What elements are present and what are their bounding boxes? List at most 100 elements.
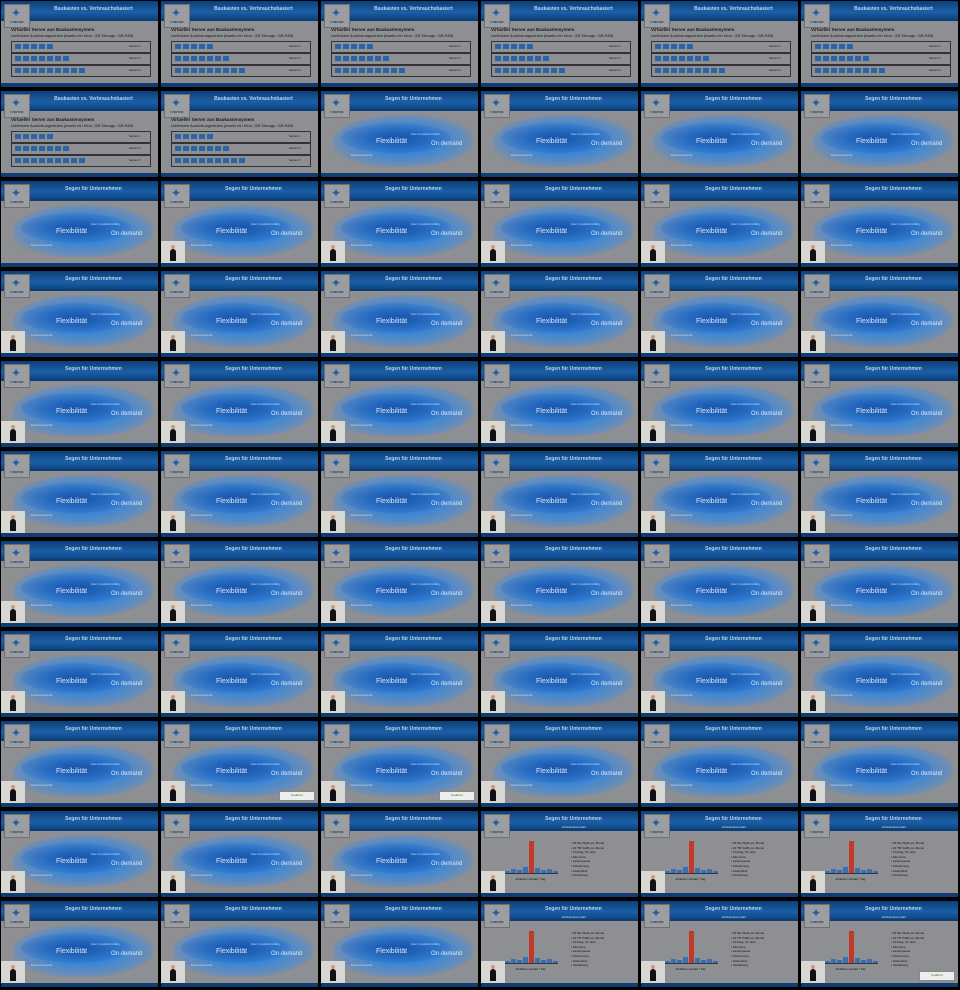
slide-thumbnail[interactable]: Segen für Unternehmen ✦ FUNKTION Flexibilit…	[1, 361, 158, 447]
slide-title: Segen für Unternehmen	[865, 636, 922, 642]
slide-thumbnail[interactable]: Segen für Unternehmen ✦ FUNKTION Flexibilit…	[481, 91, 638, 177]
slide-thumbnail[interactable]: Baukasten vs. Verbrauchsbasiert ✦ FUNKTION…	[481, 1, 638, 87]
slide-thumbnail[interactable]: Segen für Unternehmen ✦ FUNKTION Flexibilit…	[321, 541, 478, 627]
server-heading: Virtueller Server aus Baukastensystem	[171, 27, 255, 32]
company-logo: ✦ FUNKTION	[484, 814, 510, 838]
presenter-body	[330, 609, 336, 621]
slide-thumbnail[interactable]: Segen für Unternehmen ✦ FUNKTION Flexibilit…	[801, 631, 958, 717]
word-no-risk: Kein Investitionsrisiko	[251, 402, 280, 406]
word-no-risk: Kein Investitionsrisiko	[571, 672, 600, 676]
slide-thumbnail[interactable]: Segen für Unternehmen ✦ FUNKTION Flexibilit…	[641, 541, 798, 627]
logo-mark-icon: ✦	[171, 276, 182, 290]
slide-thumbnail[interactable]: Segen für Unternehmen ✦ FUNKTION Flexibilit…	[161, 181, 318, 267]
slide-thumbnail[interactable]: Segen für Unternehmen ✦ FUNKTION Flexibilit…	[321, 721, 478, 807]
slide-thumbnail[interactable]: Segen für Unternehmen ✦ FUNKTION Flexibilit…	[801, 451, 958, 537]
slide-thumbnail[interactable]: Baukasten vs. Verbrauchsbasiert ✦ FUNKTION…	[1, 1, 158, 87]
slide-thumbnail[interactable]: Segen für Unternehmen ✦ FUNKTION Flexibilit…	[161, 901, 318, 987]
slide-thumbnail[interactable]: Segen für Unternehmen ✦ FUNKTION Flexibilit…	[801, 541, 958, 627]
company-logo: ✦ FUNKTION	[804, 724, 830, 748]
slide-title: Segen für Unternehmen	[865, 546, 922, 552]
slide-thumbnail[interactable]: Segen für Unternehmen ✦ FUNKTION Flexibilit…	[161, 271, 318, 357]
slide-thumbnail[interactable]: Segen für Unternehmen ✦ FUNKTION Flexibilit…	[161, 541, 318, 627]
word-flexibility: Flexibilität	[536, 228, 568, 235]
logo-text: FUNKTION	[10, 741, 24, 744]
slide-thumbnail[interactable]: Segen für Unternehmen Verbrauchsmodell ✦ FU…	[801, 901, 958, 987]
slide-thumbnail[interactable]: Segen für Unternehmen ✦ FUNKTION Flexibilit…	[641, 631, 798, 717]
presenter-body	[490, 519, 496, 531]
slide-thumbnail[interactable]: Baukasten vs. Verbrauchsbasiert ✦ FUNKTION…	[161, 1, 318, 87]
slide-thumbnail[interactable]: Segen für Unternehmen ✦ FUNKTION Flexibilit…	[321, 91, 478, 177]
slide-thumbnail[interactable]: Segen für Unternehmen ✦ FUNKTION Flexibilit…	[321, 451, 478, 537]
slide-thumbnail[interactable]: Segen für Unternehmen Verbrauchsmodell ✦ FU…	[641, 901, 798, 987]
presenter-video	[481, 331, 505, 353]
slide-thumbnail[interactable]: Segen für Unternehmen Verbrauchsmodell ✦ FU…	[481, 901, 638, 987]
slide-thumbnail[interactable]: Segen für Unternehmen ✦ FUNKTION Flexibilit…	[1, 811, 158, 897]
logo-text: FUNKTION	[490, 291, 504, 294]
slide-thumbnail[interactable]: Baukasten vs. Verbrauchsbasiert ✦ FUNKTION…	[321, 1, 478, 87]
slide-thumbnail[interactable]: Segen für Unternehmen ✦ FUNKTION Flexibilit…	[481, 361, 638, 447]
slide-thumbnail[interactable]: Segen für Unternehmen ✦ FUNKTION Flexibilit…	[161, 451, 318, 537]
server-block	[23, 134, 29, 139]
slide-thumbnail[interactable]: Segen für Unternehmen ✦ FUNKTION Flexibilit…	[481, 721, 638, 807]
slide-thumbnail[interactable]: Segen für Unternehmen Verbrauchsmodell ✦ FU…	[481, 811, 638, 897]
slide-title: Segen für Unternehmen	[705, 366, 762, 372]
slide-thumbnail[interactable]: Segen für Unternehmen ✦ FUNKTION Flexibilit…	[321, 811, 478, 897]
slide-title: Segen für Unternehmen	[865, 726, 922, 732]
slide-thumbnail[interactable]: Segen für Unternehmen ✦ FUNKTION Flexibilit…	[481, 541, 638, 627]
slide-thumbnail[interactable]: Segen für Unternehmen ✦ FUNKTION Flexibilit…	[481, 451, 638, 537]
server-block	[527, 68, 533, 73]
slide-thumbnail[interactable]: Segen für Unternehmen ✦ FUNKTION Flexibilit…	[1, 181, 158, 267]
slide-thumbnail[interactable]: Segen für Unternehmen ✦ FUNKTION Flexibilit…	[321, 361, 478, 447]
slide-thumbnail[interactable]: Segen für Unternehmen Verbrauchsmodell ✦ FU…	[641, 811, 798, 897]
slide-thumbnail[interactable]: Segen für Unternehmen ✦ FUNKTION Flexibilit…	[1, 271, 158, 357]
slide-thumbnail[interactable]: Baukasten vs. Verbrauchsbasiert ✦ FUNKTION…	[801, 1, 958, 87]
chart-bar	[843, 956, 848, 963]
slide-thumbnail[interactable]: Segen für Unternehmen ✦ FUNKTION Flexibilit…	[161, 811, 318, 897]
slide-thumbnail[interactable]: Segen für Unternehmen ✦ FUNKTION Flexibilit…	[1, 631, 158, 717]
slide-thumbnail[interactable]: Segen für Unternehmen ✦ FUNKTION Flexibilit…	[161, 631, 318, 717]
company-logo: ✦ FUNKTION	[4, 454, 30, 478]
slide-thumbnail[interactable]: Segen für Unternehmen ✦ FUNKTION Flexibilit…	[161, 361, 318, 447]
slide-thumbnail[interactable]: Segen für Unternehmen ✦ FUNKTION Flexibilit…	[481, 631, 638, 717]
slide-thumbnail[interactable]: Segen für Unternehmen ✦ FUNKTION Flexibilit…	[321, 631, 478, 717]
slide-thumbnail[interactable]: Segen für Unternehmen ✦ FUNKTION Flexibilit…	[321, 271, 478, 357]
slide-thumbnail[interactable]: Segen für Unternehmen ✦ FUNKTION Flexibilit…	[801, 91, 958, 177]
slide-thumbnail[interactable]: Segen für Unternehmen ✦ FUNKTION Flexibilit…	[1, 541, 158, 627]
logo-text: FUNKTION	[650, 381, 664, 384]
slide-thumbnail[interactable]: Segen für Unternehmen ✦ FUNKTION Flexibilit…	[481, 181, 638, 267]
server-block	[63, 158, 69, 163]
slide-footer-bar	[161, 623, 318, 627]
server-block	[679, 68, 685, 73]
company-logo: ✦ FUNKTION	[4, 904, 30, 928]
slide-thumbnail[interactable]: Segen für Unternehmen ✦ FUNKTION Flexibilit…	[641, 271, 798, 357]
slide-thumbnail[interactable]: Segen für Unternehmen ✦ FUNKTION Flexibilit…	[641, 91, 798, 177]
slide-thumbnail[interactable]: Baukasten vs. Verbrauchsbasiert ✦ FUNKTION…	[1, 91, 158, 177]
slide-thumbnail[interactable]: Segen für Unternehmen ✦ FUNKTION Flexibilit…	[1, 901, 158, 987]
slide-thumbnail[interactable]: Segen für Unternehmen Verbrauchsmodell ✦ FU…	[801, 811, 958, 897]
slide-thumbnail[interactable]: Segen für Unternehmen ✦ FUNKTION Flexibilit…	[801, 181, 958, 267]
slide-thumbnail[interactable]: Segen für Unternehmen ✦ FUNKTION Flexibilit…	[161, 721, 318, 807]
server-block	[503, 68, 509, 73]
slide-thumbnail[interactable]: Segen für Unternehmen ✦ FUNKTION Flexibilit…	[801, 721, 958, 807]
slide-title: Segen für Unternehmen	[225, 366, 282, 372]
presenter-body	[330, 429, 336, 441]
slide-thumbnail[interactable]: Segen für Unternehmen ✦ FUNKTION Flexibilit…	[1, 451, 158, 537]
slide-thumbnail[interactable]: Segen für Unternehmen ✦ FUNKTION Flexibilit…	[641, 181, 798, 267]
slide-thumbnail[interactable]: Segen für Unternehmen ✦ FUNKTION Flexibilit…	[321, 901, 478, 987]
slide-thumbnail[interactable]: Baukasten vs. Verbrauchsbasiert ✦ FUNKTION…	[641, 1, 798, 87]
slide-thumbnail[interactable]: Baukasten vs. Verbrauchsbasiert ✦ FUNKTION…	[161, 91, 318, 177]
slide-thumbnail[interactable]: Segen für Unternehmen ✦ FUNKTION Flexibilit…	[1, 721, 158, 807]
server-block	[183, 146, 189, 151]
slide-thumbnail[interactable]: Segen für Unternehmen ✦ FUNKTION Flexibilit…	[641, 721, 798, 807]
slide-thumbnail[interactable]: Segen für Unternehmen ✦ FUNKTION Flexibilit…	[801, 361, 958, 447]
slide-thumbnail[interactable]: Segen für Unternehmen ✦ FUNKTION Flexibilit…	[801, 271, 958, 357]
presenter-video	[481, 601, 505, 623]
word-flexibility: Flexibilität	[56, 228, 88, 235]
slide-thumbnail[interactable]: Segen für Unternehmen ✦ FUNKTION Flexibilit…	[321, 181, 478, 267]
slide-thumbnail[interactable]: Segen für Unternehmen ✦ FUNKTION Flexibilit…	[641, 451, 798, 537]
slide-title: Segen für Unternehmen	[705, 186, 762, 192]
logo-text: FUNKTION	[490, 921, 504, 924]
presenter-video	[321, 421, 345, 443]
slide-thumbnail[interactable]: Segen für Unternehmen ✦ FUNKTION Flexibilit…	[481, 271, 638, 357]
slide-thumbnail[interactable]: Segen für Unternehmen ✦ FUNKTION Flexibilit…	[641, 361, 798, 447]
